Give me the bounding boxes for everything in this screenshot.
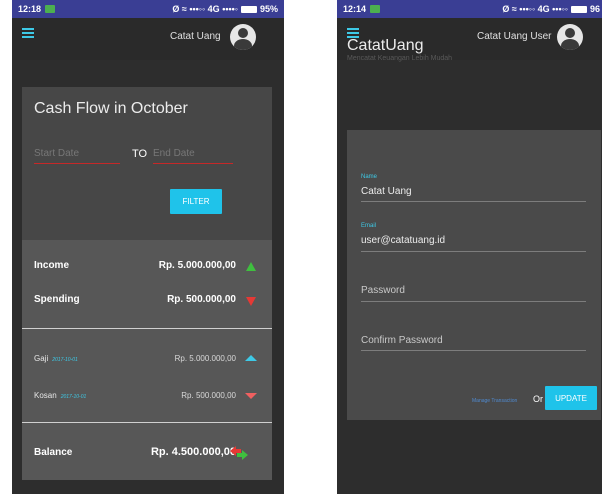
user-name: Catat Uang — [170, 31, 221, 42]
income-up-arrow-icon — [246, 262, 256, 271]
up-arrow-icon — [245, 355, 257, 361]
income-label: Income — [34, 260, 70, 271]
name-label: Name — [361, 174, 378, 180]
status-time: 12:14 — [343, 4, 367, 14]
page-title: Cash Flow in October — [34, 100, 188, 117]
name-field[interactable]: Catat Uang — [361, 186, 412, 197]
confirm-password-field[interactable]: Confirm Password — [361, 335, 443, 346]
income-value: Rp. 5.000.000,00 — [158, 260, 236, 271]
password-field[interactable]: Password — [361, 285, 405, 296]
notification-icon — [45, 5, 56, 13]
avatar[interactable] — [557, 24, 583, 50]
filter-button[interactable]: FILTER — [170, 189, 222, 214]
or-label: Or — [533, 394, 543, 404]
down-arrow-icon — [245, 393, 257, 399]
transaction-amount: Rp. 5.000.000,00 — [174, 354, 236, 363]
signal-icons: Ø ≈ •••◦◦ 4G ••••◦ — [172, 4, 238, 14]
battery-percent: 95% — [259, 4, 278, 14]
to-label: TO — [132, 148, 148, 160]
balance-label: Balance — [34, 447, 73, 458]
notification-icon — [370, 5, 381, 13]
transaction-date: 2017-10-01 — [52, 357, 78, 363]
status-time: 12:18 — [18, 4, 42, 14]
list-item[interactable]: Gaji 2017-10-01 — [34, 354, 78, 363]
status-icons: Ø ≈ •••◦◦ 4G ••••◦ 95% — [172, 0, 278, 18]
balance-arrows-icon — [230, 446, 248, 460]
hamburger-menu-icon[interactable] — [22, 28, 34, 40]
signal-icons: Ø ≈ •••◦◦ 4G •••◦◦ — [502, 4, 568, 14]
transaction-name: Gaji — [34, 354, 49, 363]
divider — [22, 328, 272, 329]
divider — [22, 422, 272, 423]
name-underline — [361, 201, 586, 202]
spending-label: Spending — [34, 294, 80, 305]
filter-card: Cash Flow in October Start Date TO End D… — [22, 87, 272, 240]
cash-flow-screen: 12:18 Ø ≈ •••◦◦ 4G ••••◦ 95% Catat Uang … — [12, 0, 284, 494]
start-date-input[interactable]: Start Date — [34, 148, 120, 164]
avatar[interactable] — [230, 24, 256, 50]
transaction-date: 2017-10-01 — [60, 394, 87, 400]
update-button[interactable]: UPDATE — [545, 386, 597, 410]
app-bar: Catat Uang — [12, 18, 284, 60]
user-name: Catat Uang User — [477, 31, 552, 42]
transaction-name: Kosan — [34, 391, 57, 400]
status-bar: 12:14 Ø ≈ •••◦◦ 4G •••◦◦ 96 — [337, 0, 602, 18]
email-underline — [361, 251, 586, 252]
profile-form: Name Catat Uang Email user@catatuang.id … — [347, 130, 601, 420]
spending-down-arrow-icon — [246, 297, 256, 306]
summary-card: Income Rp. 5.000.000,00 Spending Rp. 500… — [22, 240, 272, 480]
brand-title: CatatUang — [347, 37, 424, 54]
confirm-password-underline — [361, 350, 586, 351]
end-date-input[interactable]: End Date — [153, 148, 233, 164]
battery-icon — [570, 5, 587, 13]
password-underline — [361, 301, 586, 302]
profile-screen: 12:14 Ø ≈ •••◦◦ 4G •••◦◦ 96 Catat Uang U… — [337, 0, 602, 494]
battery-percent: 96 — [589, 4, 600, 14]
status-icons: Ø ≈ •••◦◦ 4G •••◦◦ 96 — [502, 0, 600, 18]
spending-value: Rp. 500.000,00 — [167, 294, 236, 305]
status-bar: 12:18 Ø ≈ •••◦◦ 4G ••••◦ 95% — [12, 0, 284, 18]
email-field[interactable]: user@catatuang.id — [361, 235, 445, 246]
balance-value: Rp. 4.500.000,00 — [150, 446, 236, 458]
list-item[interactable]: Kosan 2017-10-01 — [34, 391, 86, 400]
email-label: Email — [361, 223, 377, 229]
battery-icon — [240, 5, 257, 13]
manage-transaction-link[interactable]: Manage Transaction — [472, 398, 517, 404]
brand-subtitle: Mencatat Keuangan Lebih Mudah — [347, 55, 453, 62]
transaction-amount: Rp. 500.000,00 — [181, 391, 236, 400]
